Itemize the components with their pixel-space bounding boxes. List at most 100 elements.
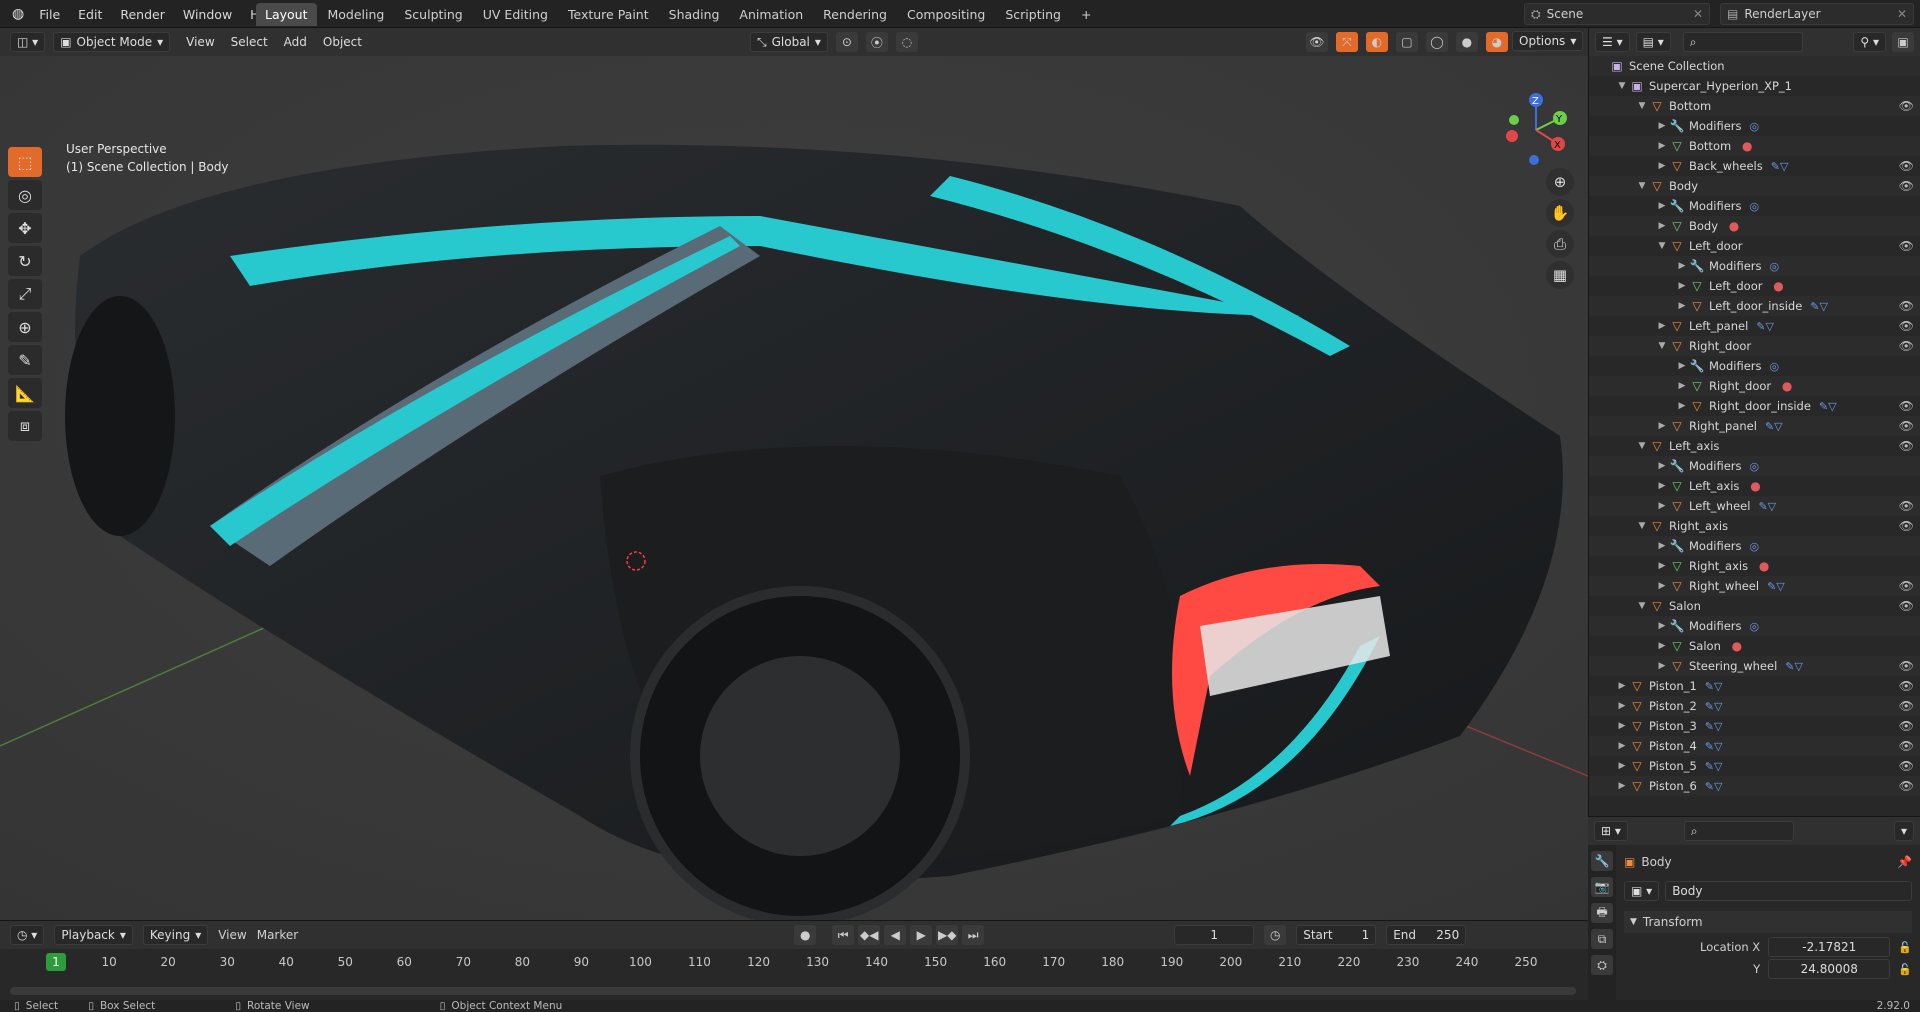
chevron-right-icon[interactable]: ▶ — [1615, 781, 1629, 791]
zoom-icon[interactable]: ⊕ — [1546, 168, 1574, 196]
menu-render[interactable]: Render — [111, 7, 174, 22]
object-mode-dropdown[interactable]: ▣ Object Mode ▾ — [53, 32, 171, 52]
chevron-right-icon[interactable]: ▶ — [1655, 501, 1669, 511]
outliner-row[interactable]: ▶ ▽ Back_wheels ✎▽ 👁 — [1589, 156, 1920, 176]
new-collection-icon[interactable]: ▣ — [1892, 32, 1914, 52]
chevron-right-icon[interactable]: ▶ — [1615, 741, 1629, 751]
eye-icon[interactable]: 👁 — [1899, 519, 1914, 533]
chevron-right-icon[interactable]: ▶ — [1615, 681, 1629, 691]
outliner-row[interactable]: ▼ ▽ Left_axis 👁 — [1589, 436, 1920, 456]
location-y-field[interactable]: 24.80008 — [1768, 959, 1891, 979]
chevron-right-icon[interactable]: ▶ — [1655, 541, 1669, 551]
outliner-row[interactable]: ▶ ▽ Left_axis ● — [1589, 476, 1920, 496]
wireframe-shading-icon[interactable]: ◯ — [1425, 32, 1448, 52]
chevron-down-icon[interactable]: ▼ — [1635, 101, 1649, 111]
outliner-row[interactable]: ▶ ▽ Left_door_inside ✎▽ 👁 — [1589, 296, 1920, 316]
location-x-field[interactable]: -2.17821 — [1768, 937, 1891, 957]
tab-texture-paint[interactable]: Texture Paint — [559, 3, 658, 26]
outliner-row[interactable]: ▶ ▽ Bottom ● — [1589, 136, 1920, 156]
chevron-right-icon[interactable]: ▶ — [1615, 701, 1629, 711]
menu-object[interactable]: Object — [315, 35, 370, 49]
move-tool-icon[interactable]: ✥ — [8, 213, 42, 243]
pan-hand-icon[interactable]: ✋ — [1546, 199, 1574, 227]
eye-icon[interactable]: 👁 — [1899, 239, 1914, 253]
outliner-row[interactable]: ▼ ▽ Salon 👁 — [1589, 596, 1920, 616]
menu-edit[interactable]: Edit — [69, 7, 111, 22]
outliner-row[interactable]: ▶ ▽ Body ● — [1589, 216, 1920, 236]
play-icon[interactable]: ▶ — [910, 925, 933, 945]
camera-view-icon[interactable]: ⎙ — [1546, 230, 1574, 258]
options-dropdown[interactable]: Options ▾ — [1512, 31, 1584, 51]
playback-dropdown[interactable]: Playback ▾ — [54, 925, 133, 945]
chevron-right-icon[interactable]: ▶ — [1655, 561, 1669, 571]
properties-options-icon[interactable]: ▾ — [1893, 821, 1914, 841]
menu-add[interactable]: Add — [276, 35, 315, 49]
visibility-icon[interactable]: 👁 — [1305, 32, 1328, 52]
outliner-row[interactable]: ▶ ▽ Piston_2 ✎▽ 👁 — [1589, 696, 1920, 716]
scale-tool-icon[interactable]: ⤢ — [8, 279, 42, 309]
pivot-icon[interactable]: ⊙ — [835, 32, 858, 52]
prev-keyframe-icon[interactable]: ◆◀ — [858, 925, 881, 945]
record-icon[interactable]: ● — [794, 925, 817, 945]
outliner-row[interactable]: ▼ ▽ Right_axis 👁 — [1589, 516, 1920, 536]
chevron-right-icon[interactable]: ▶ — [1675, 301, 1689, 311]
add-workspace-icon[interactable]: + — [1072, 3, 1100, 26]
eye-icon[interactable]: 👁 — [1899, 159, 1914, 173]
menu-marker[interactable]: Marker — [257, 928, 298, 942]
eye-icon[interactable]: 👁 — [1899, 659, 1914, 673]
eye-icon[interactable]: 👁 — [1899, 399, 1914, 413]
blender-logo-icon[interactable]: ◍ — [6, 6, 30, 22]
chevron-down-icon[interactable]: ▼ — [1615, 81, 1629, 91]
render-props-icon[interactable]: 📷 — [1591, 877, 1613, 897]
object-name-field[interactable]: Body — [1665, 881, 1912, 901]
chevron-right-icon[interactable]: ▶ — [1655, 321, 1669, 331]
outliner-row[interactable]: ▶ ▽ Steering_wheel ✎▽ 👁 — [1589, 656, 1920, 676]
jump-start-icon[interactable]: ⏮ — [832, 925, 855, 945]
outliner-row[interactable]: ▼ ▽ Left_door 👁 — [1589, 236, 1920, 256]
eye-icon[interactable]: 👁 — [1899, 759, 1914, 773]
add-cube-tool-icon[interactable]: ⧈ — [8, 411, 42, 441]
eye-icon[interactable]: 👁 — [1899, 739, 1914, 753]
measure-tool-icon[interactable]: 📐 — [8, 378, 42, 408]
menu-select[interactable]: Select — [223, 35, 276, 49]
end-frame-field[interactable]: End 250 — [1386, 925, 1467, 945]
snap-icon[interactable]: ⦿ — [865, 32, 888, 52]
chevron-right-icon[interactable]: ▶ — [1675, 401, 1689, 411]
properties-search-input[interactable]: ⌕ — [1683, 821, 1794, 841]
chevron-down-icon[interactable]: ▼ — [1635, 181, 1649, 191]
tab-layout[interactable]: Layout — [256, 3, 317, 26]
play-reverse-icon[interactable]: ◀ — [884, 925, 907, 945]
outliner-row[interactable]: ▶ ▽ Piston_6 ✎▽ 👁 — [1589, 776, 1920, 796]
scene-selector[interactable]: ⛭ Scene ✕ — [1524, 3, 1710, 25]
overlay-icon[interactable]: ◐ — [1365, 32, 1388, 52]
chevron-right-icon[interactable]: ▶ — [1655, 581, 1669, 591]
outliner-row[interactable]: ▶ ▽ Piston_4 ✎▽ 👁 — [1589, 736, 1920, 756]
chevron-down-icon[interactable]: ▼ — [1655, 241, 1669, 251]
outliner-editor-type[interactable]: ☰ ▾ — [1595, 32, 1630, 52]
tab-modeling[interactable]: Modeling — [319, 3, 394, 26]
chevron-right-icon[interactable]: ▶ — [1655, 641, 1669, 651]
eye-icon[interactable]: 👁 — [1899, 299, 1914, 313]
navigation-gizmo[interactable]: Z Y X — [1500, 90, 1570, 170]
menu-view[interactable]: View — [178, 35, 222, 49]
menu-window[interactable]: Window — [174, 7, 241, 22]
eye-icon[interactable]: 👁 — [1899, 779, 1914, 793]
chevron-down-icon[interactable]: ▼ — [1635, 441, 1649, 451]
jump-end-icon[interactable]: ⏭ — [962, 925, 985, 945]
close-icon[interactable]: ✕ — [1897, 7, 1907, 21]
outliner-row[interactable]: ▶ ▽ Piston_3 ✎▽ 👁 — [1589, 716, 1920, 736]
xray-icon[interactable]: ▢ — [1395, 32, 1418, 52]
eye-icon[interactable]: 👁 — [1899, 579, 1914, 593]
menu-view[interactable]: View — [218, 928, 246, 942]
display-mode-dropdown[interactable]: ▤ ▾ — [1635, 32, 1671, 52]
outliner-row[interactable]: ▶ ▽ Salon ● — [1589, 636, 1920, 656]
timeline-editor-type[interactable]: ◷ ▾ — [10, 925, 45, 945]
close-icon[interactable]: ✕ — [1693, 7, 1703, 21]
select-box-tool-icon[interactable]: ⬚ — [8, 147, 42, 177]
outliner-row[interactable]: ▶ 🔧 Modifiers ◎ — [1589, 116, 1920, 136]
chevron-right-icon[interactable]: ▶ — [1615, 721, 1629, 731]
clock-icon[interactable]: ◷ — [1264, 925, 1287, 945]
outliner-row[interactable]: ▶ 🔧 Modifiers ◎ — [1589, 616, 1920, 636]
solid-shading-icon[interactable]: ● — [1455, 32, 1478, 52]
chevron-right-icon[interactable]: ▶ — [1675, 281, 1689, 291]
